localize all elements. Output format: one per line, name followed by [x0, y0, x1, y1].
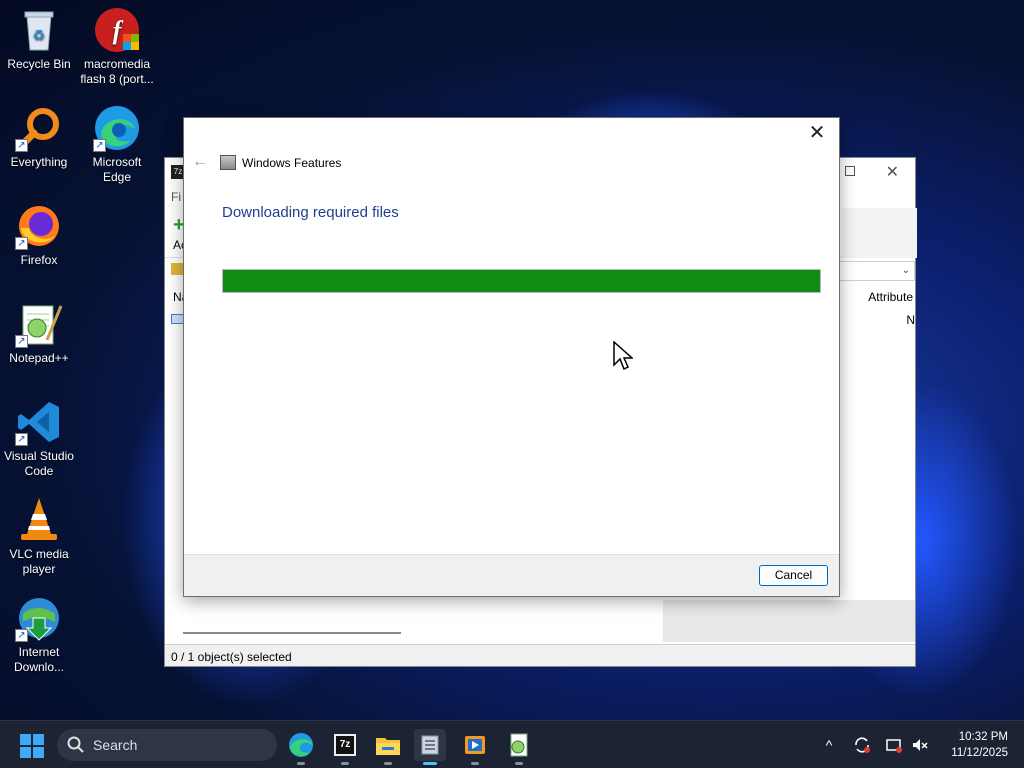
- download-progress-bar: [222, 269, 821, 293]
- taskbar-media-app[interactable]: [459, 729, 491, 765]
- folder-icon: [376, 738, 400, 755]
- taskbar-search-box[interactable]: Search: [57, 729, 277, 761]
- network-icon[interactable]: [884, 735, 904, 755]
- running-indicator: [384, 762, 392, 765]
- desktop-icon-vscode[interactable]: ↗ Visual Studio Code: [0, 398, 78, 479]
- desktop-icon-label: Notepad++: [9, 351, 69, 365]
- running-indicator: [297, 762, 305, 765]
- media-player-icon: [465, 736, 485, 754]
- desktop-icon-label: Microsoft Edge: [92, 155, 142, 184]
- desktop-icon-label: Everything: [10, 155, 68, 169]
- recycle-bin-icon: ♻: [15, 6, 63, 54]
- desktop-icon-label: Firefox: [20, 253, 58, 267]
- 7zip-icon: 7z: [334, 734, 356, 756]
- taskbar: Search 7z ^ 10:32 PM 11/12/2025: [0, 720, 1024, 768]
- clock-date: 11/12/2025: [951, 747, 1008, 759]
- firefox-icon: ↗: [15, 202, 63, 250]
- column-header-attributes[interactable]: Attribute: [868, 290, 913, 304]
- maximize-icon[interactable]: [845, 166, 855, 176]
- toolbar-bg: [841, 208, 917, 258]
- status-bar: 0 / 1 object(s) selected: [165, 644, 915, 666]
- desktop-icon-everything[interactable]: ↗ Everything: [0, 104, 78, 170]
- running-indicator: [471, 762, 479, 765]
- running-indicator: [515, 762, 523, 765]
- desktop-icon-notepadpp[interactable]: ↗ Notepad++: [0, 300, 78, 366]
- desktop-icon-label: Recycle Bin: [7, 57, 71, 71]
- horizontal-scrollbar[interactable]: [183, 632, 401, 634]
- taskbar-file-explorer[interactable]: [372, 729, 404, 765]
- clock-time: 10:32 PM: [958, 731, 1008, 743]
- notepadpp-icon: [510, 733, 528, 757]
- desktop-icon-label: macromedia flash 8 (port...: [80, 57, 154, 86]
- close-icon[interactable]: ✕: [886, 162, 899, 182]
- dialog-title: Windows Features: [242, 156, 342, 170]
- taskbar-windows-features[interactable]: [414, 729, 446, 765]
- flash-icon: f: [93, 6, 141, 54]
- cancel-button[interactable]: Cancel: [759, 565, 828, 586]
- windows-start-icon[interactable]: [20, 734, 44, 758]
- search-label: Search: [93, 737, 138, 753]
- desktop-icon-label: Internet Downlo...: [13, 645, 65, 674]
- file-row-attr: N: [906, 313, 915, 327]
- mouse-cursor-icon: [613, 341, 633, 371]
- sync-icon[interactable]: [852, 735, 872, 755]
- windows-features-icon: [421, 735, 439, 755]
- shortcut-arrow-icon: ↗: [15, 237, 28, 250]
- shortcut-arrow-icon: ↗: [15, 335, 28, 348]
- close-icon[interactable]: ✕: [803, 122, 831, 146]
- desktop-icon-edge[interactable]: ↗ Microsoft Edge: [78, 104, 156, 185]
- desktop-icon-idm[interactable]: ↗ Internet Downlo...: [0, 594, 78, 675]
- back-arrow-icon[interactable]: ←: [192, 154, 208, 170]
- dialog-footer: Cancel: [184, 554, 839, 596]
- desktop-icon-firefox[interactable]: ↗ Firefox: [0, 202, 78, 268]
- progress-fill: [223, 270, 820, 292]
- volume-muted-icon[interactable]: [910, 735, 930, 755]
- taskbar-notepadpp[interactable]: [503, 729, 535, 765]
- dialog-heading: Downloading required files: [222, 204, 399, 221]
- active-indicator: [423, 762, 437, 765]
- svg-text:♻: ♻: [33, 27, 46, 43]
- menu-file[interactable]: Fi: [171, 190, 181, 204]
- magnifier-icon: ↗: [15, 104, 63, 152]
- taskbar-edge[interactable]: [285, 729, 317, 765]
- desktop-icon-recycle-bin[interactable]: ♻ Recycle Bin: [0, 6, 78, 72]
- show-hidden-icons-chevron[interactable]: ^: [819, 735, 839, 755]
- shortcut-arrow-icon: ↗: [15, 433, 28, 446]
- shortcut-arrow-icon: ↗: [15, 629, 28, 642]
- system-clock[interactable]: 10:32 PM 11/12/2025: [951, 729, 1008, 761]
- selection-status: 0 / 1 object(s) selected: [171, 650, 292, 664]
- desktop-icon-vlc[interactable]: VLC media player: [0, 496, 78, 577]
- shortcut-arrow-icon: ↗: [93, 139, 106, 152]
- windows-features-dialog[interactable]: ✕ ← Windows Features Downloading require…: [183, 117, 840, 597]
- path-dropdown[interactable]: ⌄: [837, 261, 915, 281]
- desktop-icon-label: VLC media player: [9, 547, 69, 576]
- desktop-icon-label: Visual Studio Code: [4, 449, 74, 478]
- taskbar-7zip[interactable]: 7z: [329, 729, 361, 765]
- notepadpp-icon: ↗: [15, 300, 63, 348]
- lower-panel: [663, 600, 915, 642]
- windows-features-icon: [220, 155, 236, 170]
- shortcut-arrow-icon: ↗: [15, 139, 28, 152]
- idm-globe-icon: ↗: [15, 594, 63, 642]
- vscode-icon: ↗: [15, 398, 63, 446]
- running-indicator: [341, 762, 349, 765]
- edge-icon: [289, 733, 313, 757]
- search-icon: [67, 736, 84, 753]
- vlc-cone-icon: [15, 496, 63, 544]
- desktop-icon-flash[interactable]: f macromedia flash 8 (port...: [78, 6, 156, 87]
- edge-icon: ↗: [93, 104, 141, 152]
